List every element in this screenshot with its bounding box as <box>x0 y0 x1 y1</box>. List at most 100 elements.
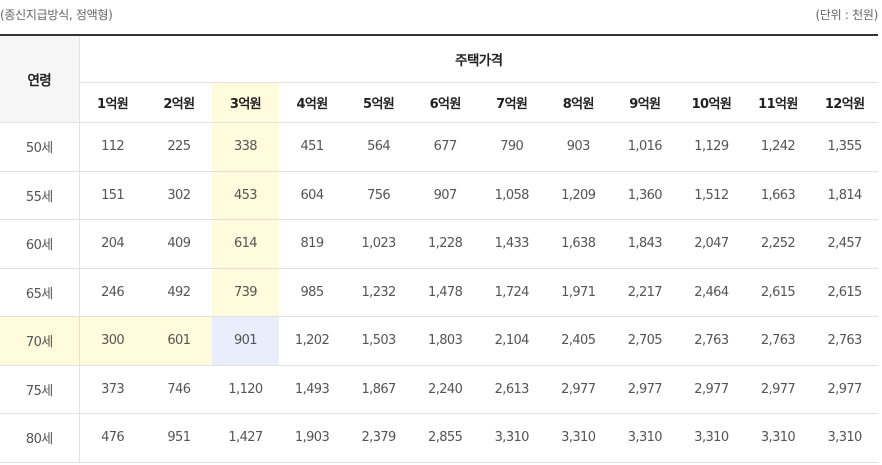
table-row: 65세 246 492 739 985 1,232 1,478 1,724 1,971 2,217… <box>0 268 878 317</box>
value-cell: 564 <box>345 122 412 172</box>
table-row: 50세 112 225 338 451 564 677 790 903 1,016 1,129 1,2… <box>0 122 878 172</box>
value-cell: 492 <box>145 268 213 317</box>
price-header-cell: 11억원 <box>744 82 812 123</box>
value-cell: 2,763 <box>744 316 812 366</box>
value-cell: 985 <box>278 268 346 317</box>
value-cell: 1,120 <box>212 365 279 414</box>
value-cell: 1,814 <box>811 171 878 220</box>
value-cell: 1,493 <box>278 365 346 414</box>
value-cell: 1,427 <box>212 413 279 463</box>
value-cell: 3,310 <box>478 413 545 463</box>
value-cell: 302 <box>145 171 213 220</box>
value-cell: 1,360 <box>611 171 679 220</box>
table-row: 80세 476 951 1,427 1,903 2,379 2,855 3,310 3,310 3… <box>0 413 878 463</box>
value-cell: 1,724 <box>478 268 545 317</box>
value-cell: 1,867 <box>345 365 412 414</box>
value-cell: 2,405 <box>545 316 612 366</box>
value-cell: 1,023 <box>345 219 412 269</box>
value-cell: 604 <box>278 171 346 220</box>
value-cell: 3,310 <box>611 413 679 463</box>
value-cell: 1,242 <box>744 122 812 172</box>
value-cell: 2,705 <box>611 316 679 366</box>
value-cell: 2,977 <box>678 365 745 414</box>
age-column-header: 연령 <box>0 35 80 123</box>
value-cell: 338 <box>212 122 279 172</box>
value-cell: 1,433 <box>478 219 545 269</box>
price-header-cell: 4억원 <box>278 82 346 123</box>
table-row: 70세 300 601 901 1,202 1,503 1,803 2,104 2,405 2,7… <box>0 316 878 366</box>
value-cell: 1,803 <box>411 316 479 366</box>
pension-amount-table: 연령 주택가격 1억원 2억원 3억원 4억원 5억원 6억원 7억원 8억원 9억원 10억원 1… <box>0 34 878 463</box>
value-cell: 2,763 <box>678 316 745 366</box>
value-cell: 476 <box>79 413 146 463</box>
value-cell: 300 <box>79 316 146 366</box>
value-cell: 951 <box>145 413 213 463</box>
header-row-prices: 1억원 2억원 3억원 4억원 5억원 6억원 7억원 8억원 9억원 10억원 11억원 12억원 <box>0 82 878 123</box>
value-cell: 3,310 <box>811 413 878 463</box>
value-cell: 756 <box>345 171 412 220</box>
price-header-cell: 7억원 <box>478 82 545 123</box>
price-header-cell: 2억원 <box>145 82 213 123</box>
value-cell: 1,638 <box>545 219 612 269</box>
price-header-cell: 12억원 <box>811 82 878 123</box>
value-cell: 225 <box>145 122 213 172</box>
value-cell: 2,217 <box>611 268 679 317</box>
value-cell: 1,478 <box>411 268 479 317</box>
value-cell: 451 <box>278 122 346 172</box>
value-cell: 2,977 <box>611 365 679 414</box>
value-cell: 2,379 <box>345 413 412 463</box>
value-cell: 1,058 <box>478 171 545 220</box>
value-cell: 903 <box>545 122 612 172</box>
value-cell: 151 <box>79 171 146 220</box>
table-row: 55세 151 302 453 604 756 907 1,058 1,209 1,360 1,51… <box>0 171 878 220</box>
value-cell: 1,512 <box>678 171 745 220</box>
price-header-cell: 5억원 <box>345 82 412 123</box>
value-cell: 2,047 <box>678 219 745 269</box>
house-price-header: 주택가격 <box>79 35 878 83</box>
value-cell: 1,209 <box>545 171 612 220</box>
value-cell: 1,355 <box>811 122 878 172</box>
age-cell: 65세 <box>0 268 80 317</box>
age-cell: 80세 <box>0 413 80 463</box>
price-header-cell: 9억원 <box>611 82 679 123</box>
value-cell: 2,252 <box>744 219 812 269</box>
value-cell: 3,310 <box>744 413 812 463</box>
unit-caption: (단위 : 천원) <box>815 8 879 22</box>
value-cell: 409 <box>145 219 213 269</box>
value-cell: 2,977 <box>545 365 612 414</box>
value-cell: 2,977 <box>811 365 878 414</box>
price-header-cell: 10억원 <box>678 82 745 123</box>
value-cell: 2,615 <box>811 268 878 317</box>
value-cell: 3,310 <box>545 413 612 463</box>
value-cell: 1,232 <box>345 268 412 317</box>
value-cell: 2,240 <box>411 365 479 414</box>
value-cell: 3,310 <box>678 413 745 463</box>
value-cell: 2,457 <box>811 219 878 269</box>
age-cell: 75세 <box>0 365 80 414</box>
value-cell: 2,977 <box>744 365 812 414</box>
value-cell: 677 <box>411 122 479 172</box>
value-cell: 790 <box>478 122 545 172</box>
value-cell: 901 <box>212 316 279 366</box>
value-cell: 739 <box>212 268 279 317</box>
price-header-cell: 3억원 <box>212 82 279 123</box>
value-cell: 601 <box>145 316 213 366</box>
value-cell: 1,663 <box>744 171 812 220</box>
value-cell: 1,971 <box>545 268 612 317</box>
age-cell: 50세 <box>0 122 80 172</box>
value-cell: 1,503 <box>345 316 412 366</box>
value-cell: 1,228 <box>411 219 479 269</box>
table-body: 50세 112 225 338 451 564 677 790 903 1,016 1,129 1,2… <box>0 122 878 463</box>
age-cell: 70세 <box>0 316 80 366</box>
value-cell: 2,613 <box>478 365 545 414</box>
value-cell: 614 <box>212 219 279 269</box>
value-cell: 112 <box>79 122 146 172</box>
value-cell: 2,104 <box>478 316 545 366</box>
value-cell: 819 <box>278 219 346 269</box>
value-cell: 2,464 <box>678 268 745 317</box>
value-cell: 1,016 <box>611 122 679 172</box>
value-cell: 204 <box>79 219 146 269</box>
value-cell: 1,129 <box>678 122 745 172</box>
value-cell: 1,843 <box>611 219 679 269</box>
value-cell: 746 <box>145 365 213 414</box>
